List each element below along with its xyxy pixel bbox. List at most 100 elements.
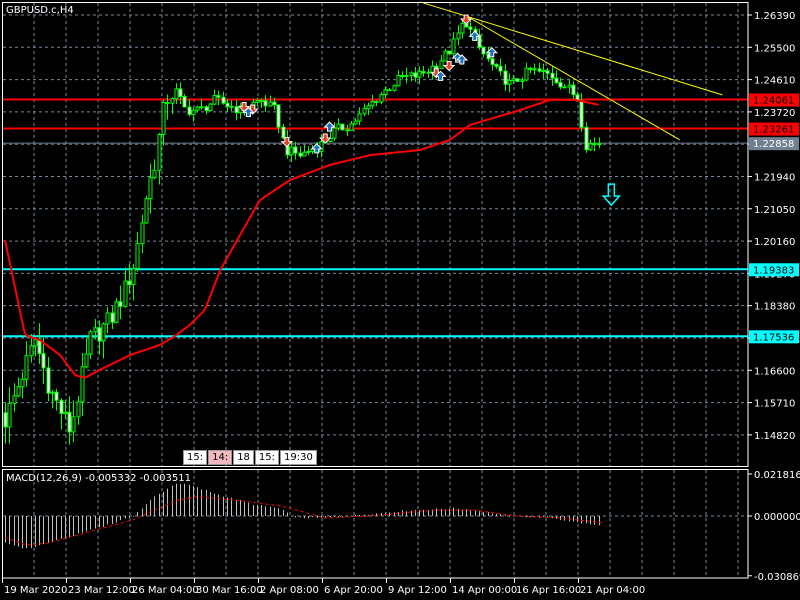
candle-body [24, 355, 29, 380]
candle-body [135, 243, 140, 269]
time-axis-label: 30 Mar 16:00 [196, 585, 263, 596]
candle-body [204, 106, 209, 111]
candle-body [366, 105, 371, 110]
candle-body [421, 71, 426, 74]
price-axis-label: 1.16600 [754, 366, 795, 377]
candle-body [558, 82, 563, 88]
candle-body [443, 50, 448, 62]
candle-body [234, 106, 239, 114]
candle-body [532, 68, 537, 71]
candle-body [379, 94, 384, 103]
price-axis-label: 1.21940 [754, 172, 795, 183]
candle-body [255, 99, 260, 103]
time-axis-label: 6 Apr 20:00 [324, 585, 383, 596]
candle-body [434, 65, 439, 69]
candle-body [182, 96, 187, 108]
candle-body [349, 123, 354, 131]
candle-body [524, 67, 529, 81]
session-tag: 19:30 [280, 450, 317, 465]
candle-body [114, 301, 119, 323]
session-tags: 15: 14: 18 15: 19:30 [183, 450, 317, 465]
candle-body [50, 391, 55, 394]
candle-body [507, 80, 512, 85]
candle-body [41, 353, 46, 369]
candle-body [187, 106, 192, 115]
price-chart[interactable]: 1.263901.255001.246101.237201.228301.219… [0, 0, 800, 600]
candle-body [468, 26, 473, 30]
candle-body [515, 78, 520, 83]
candle-body [293, 146, 298, 154]
candle-body [97, 327, 102, 342]
candle-body [71, 416, 76, 433]
candle-body [272, 101, 277, 106]
macd-axis-label: 0.021816 [754, 470, 800, 481]
candle-body [131, 267, 136, 286]
session-tag: 15: [254, 450, 280, 465]
candle-body [451, 38, 456, 55]
price-axis-label: 1.18380 [754, 302, 795, 313]
candle-body [417, 71, 422, 78]
candle-body [101, 323, 106, 342]
price-tag-label: 1.17536 [753, 332, 794, 343]
candle-body [263, 100, 268, 107]
candle-body [392, 85, 397, 91]
candle-body [345, 129, 350, 132]
candle-body [80, 366, 85, 403]
candle-body [174, 88, 179, 100]
price-axis-label: 1.25500 [754, 43, 795, 54]
candle-body [340, 123, 345, 131]
price-axis-label: 1.20160 [754, 237, 795, 248]
time-axis-label: 16 Apr 16:00 [516, 585, 581, 596]
price-axis-label: 1.21050 [754, 205, 795, 216]
symbol-label: GBPUSD.c,H4 [6, 5, 74, 16]
candle-body [84, 353, 89, 368]
candle-body [3, 412, 8, 428]
candle-body [161, 101, 166, 136]
macd-axis-label: 0.000000 [754, 512, 800, 523]
price-tag-label: 1.23261 [753, 125, 794, 136]
candle-body [554, 77, 559, 84]
candle-body [289, 146, 294, 156]
candle-body [588, 143, 593, 151]
candle-body [67, 411, 72, 433]
session-tag: 15: [183, 450, 208, 465]
candle-body [439, 60, 444, 69]
candle-body [370, 101, 375, 107]
candle-body [225, 102, 230, 107]
candle-body [409, 72, 414, 76]
candle-body [157, 134, 162, 171]
candle-body [118, 301, 123, 307]
candle-body [178, 88, 183, 98]
time-axis-label: 2 Apr 08:00 [260, 585, 319, 596]
candle-body [268, 101, 273, 107]
candle-body [426, 71, 431, 74]
candle-body [498, 65, 503, 72]
candle-body [16, 386, 21, 397]
candle-body [511, 78, 516, 82]
candle-body [592, 143, 597, 146]
candle-body [374, 101, 379, 104]
candle-body [54, 391, 59, 401]
candle-body [357, 113, 362, 122]
candle-body [33, 339, 38, 347]
candle-body [281, 126, 286, 139]
time-axis-label: 26 Mar 04:00 [132, 585, 199, 596]
candle-body [152, 169, 157, 179]
candle-body [212, 95, 217, 105]
time-axis-label: 9 Apr 12:00 [388, 585, 447, 596]
price-tag-label: 1.19383 [753, 265, 794, 276]
candle-body [199, 106, 204, 109]
candle-body [110, 312, 115, 323]
candle-body [76, 401, 81, 418]
price-axis-label: 1.24610 [754, 76, 795, 87]
candle-body [46, 367, 51, 394]
candle-body [353, 120, 358, 125]
candle-body [144, 198, 149, 224]
candle-body [567, 84, 572, 88]
candle-body [59, 399, 64, 414]
candle-body [310, 148, 315, 153]
candle-body [298, 152, 303, 157]
candle-body [503, 70, 508, 85]
candle-body [165, 101, 170, 104]
candle-body [387, 89, 392, 92]
